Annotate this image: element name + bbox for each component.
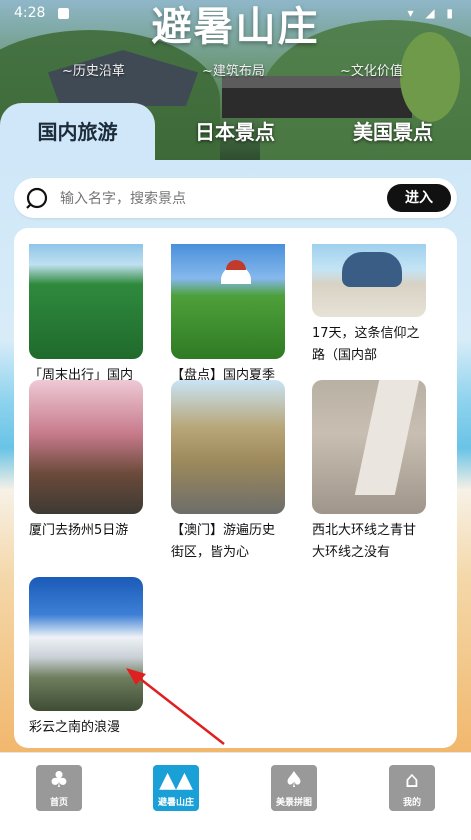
subnav-culture[interactable]: ~文化价值 (340, 60, 403, 79)
search-bar: 进入 (14, 178, 457, 220)
search-enter-button[interactable]: 进入 (387, 184, 451, 212)
category-tabs: 国内旅游 日本景点 美国景点 (0, 103, 471, 161)
subnav-architecture[interactable]: ~建筑布局 (202, 60, 265, 79)
attraction-thumbnail[interactable] (312, 244, 426, 317)
nav-puzzle[interactable]: ♠ 美景拼图 (271, 765, 317, 811)
attraction-thumbnail[interactable] (29, 380, 143, 514)
attraction-caption: 厦门去扬州5日游 (29, 523, 129, 538)
nav-profile[interactable]: ⌂ 我的 (389, 765, 435, 811)
subnav-history[interactable]: ~历史沿革 (62, 60, 125, 79)
attraction-card[interactable]: 西北大环线之青甘大环线之没有 (312, 380, 432, 564)
tree-icon: ♣ (49, 768, 69, 793)
attraction-thumbnail[interactable] (171, 380, 285, 514)
tab-domestic[interactable]: 国内旅游 (0, 103, 155, 161)
search-input[interactable] (58, 178, 382, 220)
attraction-card[interactable]: 17天，这条信仰之路（国内部 (312, 244, 432, 367)
attraction-thumbnail[interactable] (29, 244, 143, 359)
attraction-caption: 17天，这条信仰之路（国内部 (312, 326, 420, 363)
attraction-thumbnail[interactable] (171, 244, 285, 359)
search-icon (26, 187, 48, 209)
garden-icon: ⌂ (405, 768, 419, 793)
attraction-grid: 「周末出行」国内8个说走就走 【盘点】国内夏季8大最佳旅行 17天，这条信仰之路… (14, 228, 457, 748)
annotation-arrow-icon (126, 668, 225, 745)
attraction-caption: 西北大环线之青甘大环线之没有 (312, 523, 417, 560)
nav-home[interactable]: ♣ 首页 (36, 765, 82, 811)
page-title: 避暑山庄 (151, 4, 320, 50)
tab-japan[interactable]: 日本景点 (155, 103, 315, 161)
attraction-thumbnail[interactable] (312, 380, 426, 514)
tab-usa[interactable]: 美国景点 (315, 103, 471, 161)
landscape-icon: ♠ (284, 768, 304, 793)
attraction-card[interactable]: 【澳门】游遍历史街区，皆为心 (171, 380, 291, 564)
attraction-caption: 【澳门】游遍历史街区，皆为心 (171, 523, 276, 560)
attraction-card[interactable]: 厦门去扬州5日游 (29, 380, 149, 564)
nav-resort[interactable]: ▲▲ 避暑山庄 (153, 765, 199, 811)
bottom-nav: ♣ 首页 ▲▲ 避暑山庄 ♠ 美景拼图 ⌂ 我的 (0, 752, 471, 840)
forest-icon: ▲▲ (159, 768, 193, 793)
